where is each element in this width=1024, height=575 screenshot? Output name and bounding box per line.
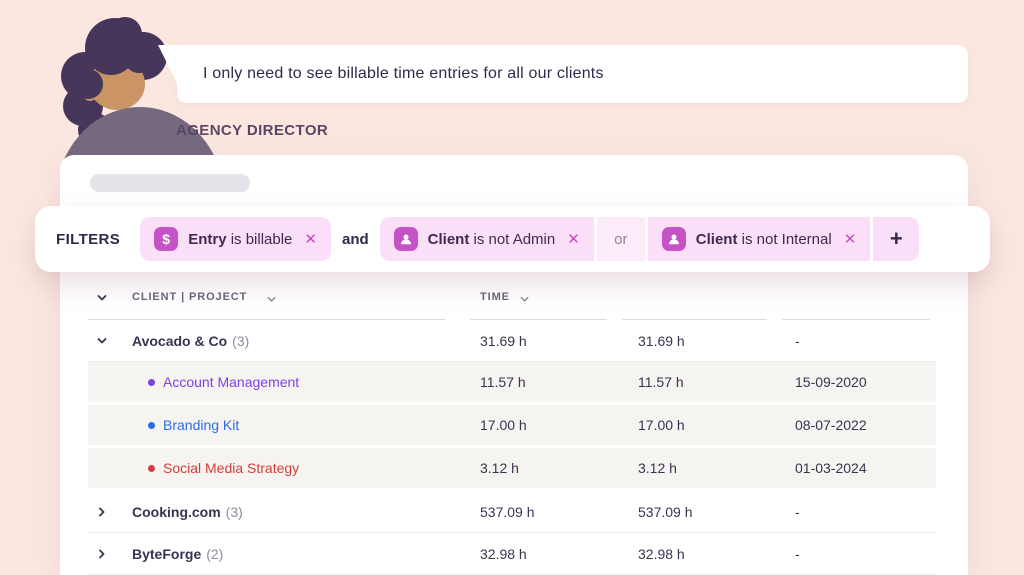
expand-chevron-icon[interactable] xyxy=(88,506,132,518)
date-cell: 15-09-2020 xyxy=(795,374,867,390)
time-column-header[interactable]: TIME xyxy=(480,291,510,303)
time-cell: 537.09 h xyxy=(480,503,535,520)
header-underline xyxy=(470,319,607,320)
expand-chevron-icon[interactable] xyxy=(88,548,132,560)
client-name-cell: Avocado & Co (3) xyxy=(132,332,250,349)
filter-chip-client-not-internal[interactable]: Client is not Internal ✕ xyxy=(647,217,871,261)
dollar-icon: $ xyxy=(154,227,179,251)
billable-time-cell: 11.57 h xyxy=(638,374,684,390)
time-column-dropdown-icon[interactable] xyxy=(519,294,530,308)
time-cell: 3.12 h xyxy=(480,460,519,476)
project-link[interactable]: Account Management xyxy=(132,374,480,390)
date-cell: - xyxy=(795,545,800,562)
time-report-table: CLIENT | PROJECT TIME Avocado & Co (3) 31… xyxy=(88,282,936,575)
collapse-chevron-icon[interactable] xyxy=(88,335,132,347)
client-name-cell: Cooking.com (3) xyxy=(132,503,243,520)
filters-label: FILTERS xyxy=(56,230,121,248)
and-connector: and xyxy=(341,230,369,248)
person-icon xyxy=(661,227,686,251)
header-underline xyxy=(782,319,930,320)
project-color-dot xyxy=(148,421,155,429)
table-row-client-avocado[interactable]: Avocado & Co (3) 31.69 h 31.69 h - xyxy=(88,320,936,362)
time-cell: 11.57 h xyxy=(480,374,526,390)
speech-bubble: I only need to see billable time entries… xyxy=(177,45,968,103)
billable-time-cell: 3.12 h xyxy=(638,460,677,476)
filters-bar: FILTERS $ Entry is billable ✕ and Client… xyxy=(35,206,990,272)
time-cell: 17.00 h xyxy=(480,417,527,433)
time-cell: 31.69 h xyxy=(480,332,527,349)
billable-time-cell: 31.69 h xyxy=(638,332,685,349)
table-header-row: CLIENT | PROJECT TIME xyxy=(88,282,936,320)
filter-chip-client-not-admin[interactable]: Client is not Admin ✕ xyxy=(379,217,594,261)
table-row-client-byteforge[interactable]: ByteForge (2) 32.98 h 32.98 h - xyxy=(88,533,936,575)
table-row-project-social-media-strategy[interactable]: Social Media Strategy 3.12 h 3.12 h 01-0… xyxy=(88,448,936,491)
client-column-dropdown-icon[interactable] xyxy=(266,294,277,308)
date-cell: - xyxy=(795,332,800,349)
date-cell: 01-03-2024 xyxy=(795,460,867,476)
client-name-cell: ByteForge (2) xyxy=(132,545,224,562)
billable-time-cell: 17.00 h xyxy=(638,417,685,433)
filter-chip-group: Client is not Admin ✕ or Client is not I… xyxy=(379,217,920,261)
speaker-label: AGENCY DIRECTOR xyxy=(176,122,329,139)
date-cell: - xyxy=(795,503,800,520)
date-cell: 08-07-2022 xyxy=(795,417,867,433)
or-connector: or xyxy=(596,217,645,261)
header-underline xyxy=(88,319,445,320)
remove-filter-icon[interactable]: ✕ xyxy=(844,230,857,248)
project-count: (3) xyxy=(225,503,243,520)
project-link[interactable]: Social Media Strategy xyxy=(132,460,480,476)
billable-time-cell: 537.09 h xyxy=(638,503,693,520)
billable-time-cell: 32.98 h xyxy=(638,545,685,562)
project-color-dot xyxy=(148,464,155,472)
person-icon xyxy=(393,227,418,251)
add-filter-button[interactable]: + xyxy=(873,217,920,261)
header-underline xyxy=(622,319,767,320)
table-row-project-account-management[interactable]: Account Management 11.57 h 11.57 h 15-09… xyxy=(88,362,936,405)
time-cell: 32.98 h xyxy=(480,545,527,562)
table-row-project-branding-kit[interactable]: Branding Kit 17.00 h 17.00 h 08-07-2022 xyxy=(88,405,936,448)
project-link[interactable]: Branding Kit xyxy=(132,417,480,433)
remove-filter-icon[interactable]: ✕ xyxy=(304,230,317,248)
remove-filter-icon[interactable]: ✕ xyxy=(567,230,580,248)
skeleton-placeholder xyxy=(90,174,250,192)
filter-chip-entry-billable[interactable]: $ Entry is billable ✕ xyxy=(140,217,331,261)
client-project-column-header[interactable]: CLIENT | PROJECT xyxy=(132,291,247,303)
table-row-client-cooking[interactable]: Cooking.com (3) 537.09 h 537.09 h - xyxy=(88,491,936,533)
project-count: (2) xyxy=(206,545,224,562)
expand-all-chevron-icon[interactable] xyxy=(96,292,108,307)
speech-text: I only need to see billable time entries… xyxy=(203,65,604,82)
project-color-dot xyxy=(148,378,155,386)
project-count: (3) xyxy=(232,332,250,349)
